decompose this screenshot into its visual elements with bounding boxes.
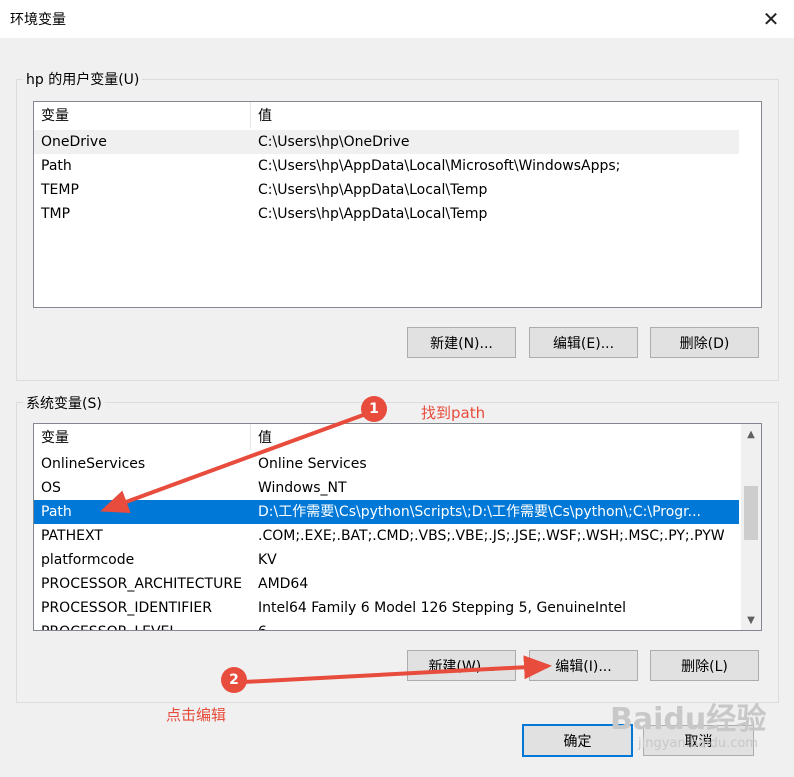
table-row[interactable]: TMP C:\Users\hp\AppData\Local\Temp	[34, 202, 739, 226]
variable-name: PATHEXT	[41, 528, 103, 544]
variable-name: PROCESSOR_ARCHITECTURE	[41, 576, 242, 592]
chevron-down-icon: ▼	[747, 614, 755, 626]
variable-name: platformcode	[41, 552, 135, 568]
table-row[interactable]: OnlineServices Online Services	[34, 452, 739, 476]
variable-name: Path	[41, 158, 72, 174]
scroll-thumb[interactable]	[744, 486, 758, 540]
step-2-badge: 2	[221, 667, 247, 693]
scroll-up-arrow[interactable]: ▲	[741, 424, 761, 444]
variable-value: C:\Users\hp\AppData\Local\Microsoft\Wind…	[258, 158, 621, 174]
variable-name: PROCESSOR_IDENTIFIER	[41, 600, 212, 616]
table-row[interactable]: platformcode KV	[34, 548, 739, 572]
system-vars-scrollbar[interactable]: ▲ ▼	[741, 424, 761, 630]
variable-name: Path	[41, 504, 72, 520]
variable-value: Windows_NT	[258, 480, 347, 496]
variable-value: AMD64	[258, 576, 309, 592]
system-vars-list[interactable]: 变量 值 OnlineServices Online Services OS W…	[33, 423, 762, 631]
close-button[interactable]: ✕	[748, 0, 794, 38]
table-row[interactable]: PROCESSOR_ARCHITECTURE AMD64	[34, 572, 739, 596]
variable-value: Online Services	[258, 456, 367, 472]
table-row-selected[interactable]: Path D:\工作需要\Cs\python\Scripts\;D:\工作需要\…	[34, 500, 739, 524]
step-2-text: 点击编辑	[166, 706, 227, 724]
variable-value: 6	[251, 620, 741, 630]
table-row[interactable]: PATHEXT .COM;.EXE;.BAT;.CMD;.VBS;.VBE;.J…	[34, 524, 739, 548]
step-1-text: 找到path	[421, 404, 486, 422]
variable-value: C:\Users\hp\AppData\Local\Temp	[258, 182, 488, 198]
variable-value: C:\Users\hp\OneDrive	[258, 134, 410, 150]
step-1-badge: 1	[361, 396, 387, 422]
variable-value: D:\工作需要\Cs\python\Scripts\;D:\工作需要\Cs\py…	[258, 504, 701, 520]
variable-name: TMP	[41, 206, 71, 222]
user-delete-button[interactable]: 删除(D)	[650, 327, 759, 358]
window-title: 环境变量	[10, 12, 66, 28]
system-vars-group-label: 系统变量(S)	[23, 393, 105, 413]
user-new-button[interactable]: 新建(N)...	[407, 327, 516, 358]
column-header-variable[interactable]: 变量	[34, 102, 251, 128]
system-edit-button[interactable]: 编辑(I)...	[529, 650, 638, 681]
variable-value: Intel64 Family 6 Model 126 Stepping 5, G…	[258, 600, 627, 616]
table-row[interactable]: Path C:\Users\hp\AppData\Local\Microsoft…	[34, 154, 739, 178]
system-vars-list-header: 变量 值	[34, 424, 741, 450]
variable-value: KV	[258, 552, 277, 568]
variable-name: TEMP	[41, 182, 79, 198]
column-header-value[interactable]: 值	[251, 424, 272, 450]
variable-value: .COM;.EXE;.BAT;.CMD;.VBS;.VBE;.JS;.JSE;.…	[258, 528, 725, 544]
variable-name: PROCESSOR_LEVEL	[34, 620, 251, 630]
title-bar: 环境变量 ✕	[0, 0, 794, 38]
user-vars-list[interactable]: 变量 值 OneDrive C:\Users\hp\OneDrive Path …	[33, 101, 762, 308]
table-row[interactable]: PROCESSOR_LEVEL 6	[34, 620, 741, 630]
watermark-url: jingyan.baidu.com	[638, 736, 758, 751]
chevron-up-icon: ▲	[747, 428, 755, 440]
variable-name: OnlineServices	[41, 456, 146, 472]
user-vars-list-header: 变量 值	[34, 102, 761, 128]
user-vars-group-label: hp 的用户变量(U)	[23, 69, 143, 89]
table-row[interactable]: OS Windows_NT	[34, 476, 739, 500]
system-delete-button[interactable]: 删除(L)	[650, 650, 759, 681]
column-header-value[interactable]: 值	[251, 102, 272, 128]
system-new-button[interactable]: 新建(W)...	[407, 650, 516, 681]
table-row[interactable]: TEMP C:\Users\hp\AppData\Local\Temp	[34, 178, 739, 202]
close-icon: ✕	[762, 7, 780, 31]
user-edit-button[interactable]: 编辑(E)...	[529, 327, 638, 358]
table-row[interactable]: OneDrive C:\Users\hp\OneDrive	[34, 130, 739, 154]
variable-value: C:\Users\hp\AppData\Local\Temp	[258, 206, 488, 222]
variable-name: OneDrive	[41, 134, 107, 150]
baidu-watermark: Baidu经验	[610, 702, 767, 737]
variable-name: OS	[41, 480, 61, 496]
table-row[interactable]: PROCESSOR_IDENTIFIER Intel64 Family 6 Mo…	[34, 596, 739, 620]
scroll-down-arrow[interactable]: ▼	[741, 610, 761, 630]
column-header-variable[interactable]: 变量	[34, 424, 251, 450]
